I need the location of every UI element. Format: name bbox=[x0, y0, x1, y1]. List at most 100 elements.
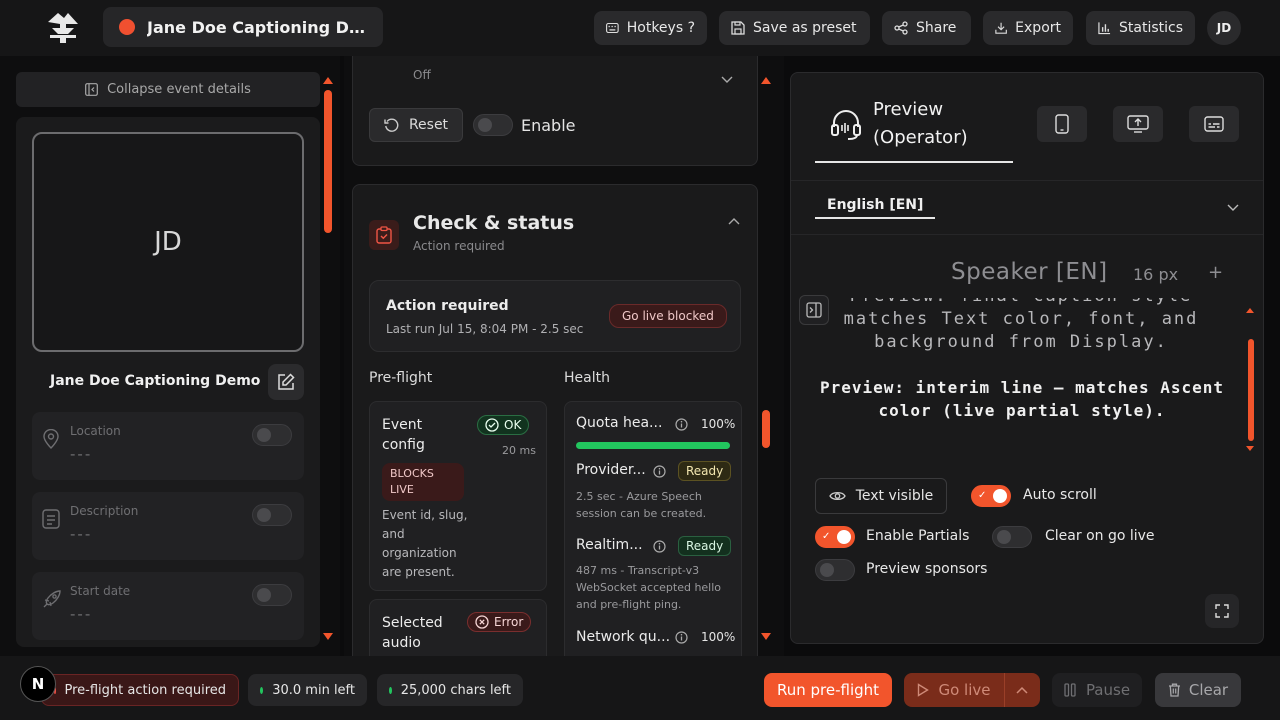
auto-scroll-toggle[interactable]: ✓ bbox=[971, 485, 1011, 507]
final-caption-line: Preview: final caption style bbox=[821, 298, 1221, 308]
event-photo-placeholder[interactable]: JD bbox=[32, 132, 304, 352]
hotkeys-label: Hotkeys ? bbox=[626, 20, 695, 36]
keyboard-icon bbox=[606, 22, 619, 34]
chevron-up-icon[interactable] bbox=[1016, 686, 1028, 694]
preflight-selected-audio-card[interactable]: Selected audio Error bbox=[369, 599, 547, 656]
reset-button[interactable]: Reset bbox=[369, 108, 463, 142]
statistics-button[interactable]: Statistics bbox=[1086, 11, 1195, 45]
trash-icon bbox=[1168, 683, 1180, 697]
chars-left-pill: 25,000 chars left bbox=[377, 674, 523, 706]
middle-scroll-up-icon[interactable] bbox=[761, 77, 771, 84]
hotkeys-button[interactable]: Hotkeys ? bbox=[594, 11, 707, 45]
network-quality-title: Network qu... bbox=[576, 629, 671, 645]
event-title-pill[interactable]: Jane Doe Captioning Dem... bbox=[103, 7, 383, 47]
provider-ready-badge: Ready bbox=[678, 461, 732, 481]
ok-badge: OK bbox=[477, 415, 530, 435]
run-preflight-button[interactable]: Run pre-flight bbox=[764, 673, 892, 707]
footer-bar: Pre-flight action required 30.0 min left… bbox=[0, 656, 1280, 720]
collapse-event-details-button[interactable]: Collapse event details bbox=[16, 72, 320, 107]
font-size-increase-button[interactable]: + bbox=[1208, 262, 1223, 283]
middle-column: Off Reset Enable Check & status Action r… bbox=[344, 56, 784, 656]
tab-screen-share[interactable] bbox=[1113, 106, 1163, 142]
chevron-up-icon[interactable] bbox=[728, 217, 740, 225]
top-bar: Jane Doe Captioning Dem... Hotkeys ? Sav… bbox=[0, 0, 1280, 56]
headset-icon bbox=[831, 110, 861, 140]
preflight-status-label: Pre-flight action required bbox=[64, 682, 227, 698]
chevron-down-icon[interactable] bbox=[1227, 204, 1239, 212]
check-status-subtitle: Action required bbox=[413, 239, 505, 253]
location-toggle[interactable] bbox=[252, 424, 292, 446]
text-visible-button[interactable]: Text visible bbox=[815, 478, 947, 514]
description-toggle[interactable] bbox=[252, 504, 292, 526]
start-date-field[interactable]: Start date --- bbox=[32, 572, 304, 640]
n-badge[interactable]: N bbox=[20, 666, 56, 702]
collapse-panel-icon bbox=[85, 83, 98, 96]
health-card: Quota hea... 100% Provider... Ready 2.5 … bbox=[564, 401, 742, 656]
tab-captions[interactable] bbox=[1189, 106, 1239, 142]
top-section-card: Off Reset Enable bbox=[352, 56, 758, 166]
fullscreen-button[interactable] bbox=[1205, 594, 1239, 628]
blocks-live-tag: BLOCKS LIVE bbox=[382, 463, 464, 501]
go-live-main[interactable]: Go live bbox=[904, 681, 1004, 699]
share-button[interactable]: Share bbox=[882, 11, 971, 45]
preview-scroll-up-icon[interactable] bbox=[1246, 308, 1254, 313]
middle-scrollbar-thumb[interactable] bbox=[762, 410, 770, 448]
monitor-upload-icon bbox=[1127, 115, 1149, 133]
info-icon[interactable] bbox=[653, 465, 666, 478]
pause-button[interactable]: Pause bbox=[1052, 673, 1142, 707]
export-button[interactable]: Export bbox=[983, 11, 1073, 45]
event-name: Jane Doe Captioning Demo bbox=[50, 373, 261, 389]
go-live-blocked-badge: Go live blocked bbox=[609, 304, 727, 328]
preflight-event-config-card[interactable]: Event config OK 20 ms BLOCKS LIVE Event … bbox=[369, 401, 547, 591]
preview-scrollbar-thumb[interactable] bbox=[1248, 339, 1254, 441]
left-scrollbar-thumb[interactable] bbox=[324, 90, 332, 233]
left-scroll-down-icon[interactable] bbox=[323, 633, 333, 640]
save-preset-button[interactable]: Save as preset bbox=[719, 11, 870, 45]
save-preset-label: Save as preset bbox=[753, 20, 857, 36]
event-config-title: Event config bbox=[382, 417, 425, 453]
chevron-down-icon[interactable] bbox=[721, 76, 733, 84]
download-icon bbox=[995, 22, 1007, 34]
summary-detail: Last run Jul 15, 8:04 PM - 2.5 sec bbox=[386, 322, 584, 336]
preflight-heading: Pre-flight bbox=[369, 370, 433, 386]
left-scroll-up-icon[interactable] bbox=[323, 77, 333, 84]
clear-on-go-live-toggle[interactable] bbox=[992, 526, 1032, 548]
enable-toggle[interactable] bbox=[473, 114, 513, 136]
language-selector[interactable]: English [EN] bbox=[791, 180, 1263, 235]
time-left-pill: 30.0 min left bbox=[248, 674, 367, 706]
app-logo[interactable] bbox=[44, 10, 82, 44]
middle-scroll-down-icon[interactable] bbox=[761, 633, 771, 640]
pause-label: Pause bbox=[1085, 681, 1131, 699]
tab-preview-operator[interactable]: Preview (Operator) bbox=[815, 87, 1013, 163]
action-required-summary: Action required Last run Jul 15, 8:04 PM… bbox=[369, 280, 741, 352]
info-icon[interactable] bbox=[675, 631, 688, 644]
clear-button[interactable]: Clear bbox=[1155, 673, 1241, 707]
enable-partials-toggle[interactable]: ✓ bbox=[815, 526, 855, 548]
ok-label: OK bbox=[504, 418, 522, 432]
start-date-toggle[interactable] bbox=[252, 584, 292, 606]
event-title: Jane Doe Captioning Dem... bbox=[147, 17, 371, 37]
preview-scroll-down-icon[interactable] bbox=[1246, 446, 1254, 451]
sidebar-icon bbox=[806, 302, 822, 318]
interim-caption-line: color (live partial style). bbox=[878, 401, 1166, 420]
info-icon[interactable] bbox=[675, 418, 688, 431]
event-details-card: JD Jane Doe Captioning Demo Location ---… bbox=[16, 117, 320, 647]
info-icon[interactable] bbox=[653, 540, 666, 553]
clipboard-check-icon bbox=[369, 220, 399, 250]
speaker-label: Speaker [EN] bbox=[951, 259, 1108, 285]
description-field[interactable]: Description --- bbox=[32, 492, 304, 560]
edit-event-name-button[interactable] bbox=[268, 364, 304, 400]
location-field[interactable]: Location --- bbox=[32, 412, 304, 480]
play-icon bbox=[918, 683, 930, 697]
health-heading: Health bbox=[564, 370, 610, 386]
preview-sponsors-toggle[interactable] bbox=[815, 559, 855, 581]
preflight-status-pill[interactable]: Pre-flight action required bbox=[41, 674, 239, 706]
language-tab[interactable]: English [EN] bbox=[815, 197, 936, 219]
edit-icon bbox=[278, 373, 295, 390]
event-config-description: Event id, slug, and organization are pre… bbox=[382, 508, 468, 579]
go-live-button[interactable]: Go live bbox=[904, 673, 1040, 707]
tab-mobile-preview[interactable] bbox=[1037, 106, 1087, 142]
quota-progress-track bbox=[576, 442, 730, 449]
user-avatar[interactable]: JD bbox=[1207, 11, 1241, 45]
enable-label: Enable bbox=[521, 116, 576, 135]
